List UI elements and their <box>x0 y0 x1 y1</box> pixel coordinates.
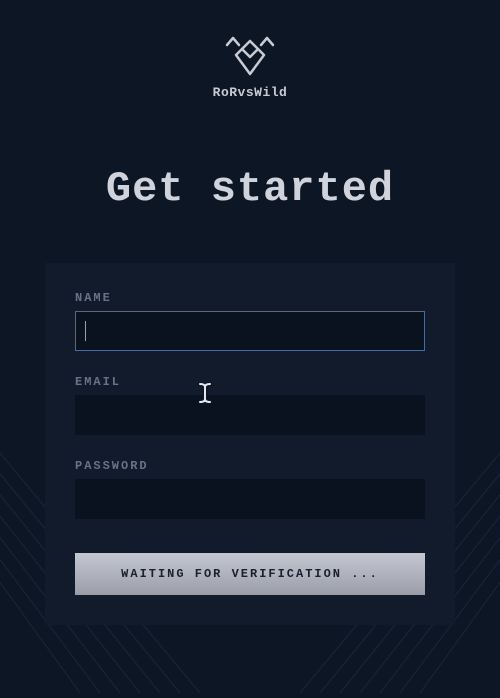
password-field-group: PASSWORD <box>75 459 425 519</box>
name-label: NAME <box>75 291 425 305</box>
page-heading: Get started <box>0 165 500 213</box>
email-input[interactable] <box>75 395 425 435</box>
name-input[interactable] <box>75 311 425 351</box>
password-label: PASSWORD <box>75 459 425 473</box>
email-field-group: EMAIL <box>75 375 425 435</box>
brand-name: RoRvsWild <box>213 85 288 100</box>
name-field-group: NAME <box>75 291 425 351</box>
email-label: EMAIL <box>75 375 425 389</box>
brand-logo-icon <box>225 35 275 77</box>
password-input[interactable] <box>75 479 425 519</box>
signup-form: NAME EMAIL PASSWORD WAITING FOR VERIFICA… <box>45 263 455 625</box>
text-caret <box>85 321 86 341</box>
logo-section: RoRvsWild <box>0 0 500 100</box>
submit-button[interactable]: WAITING FOR VERIFICATION ... <box>75 553 425 595</box>
